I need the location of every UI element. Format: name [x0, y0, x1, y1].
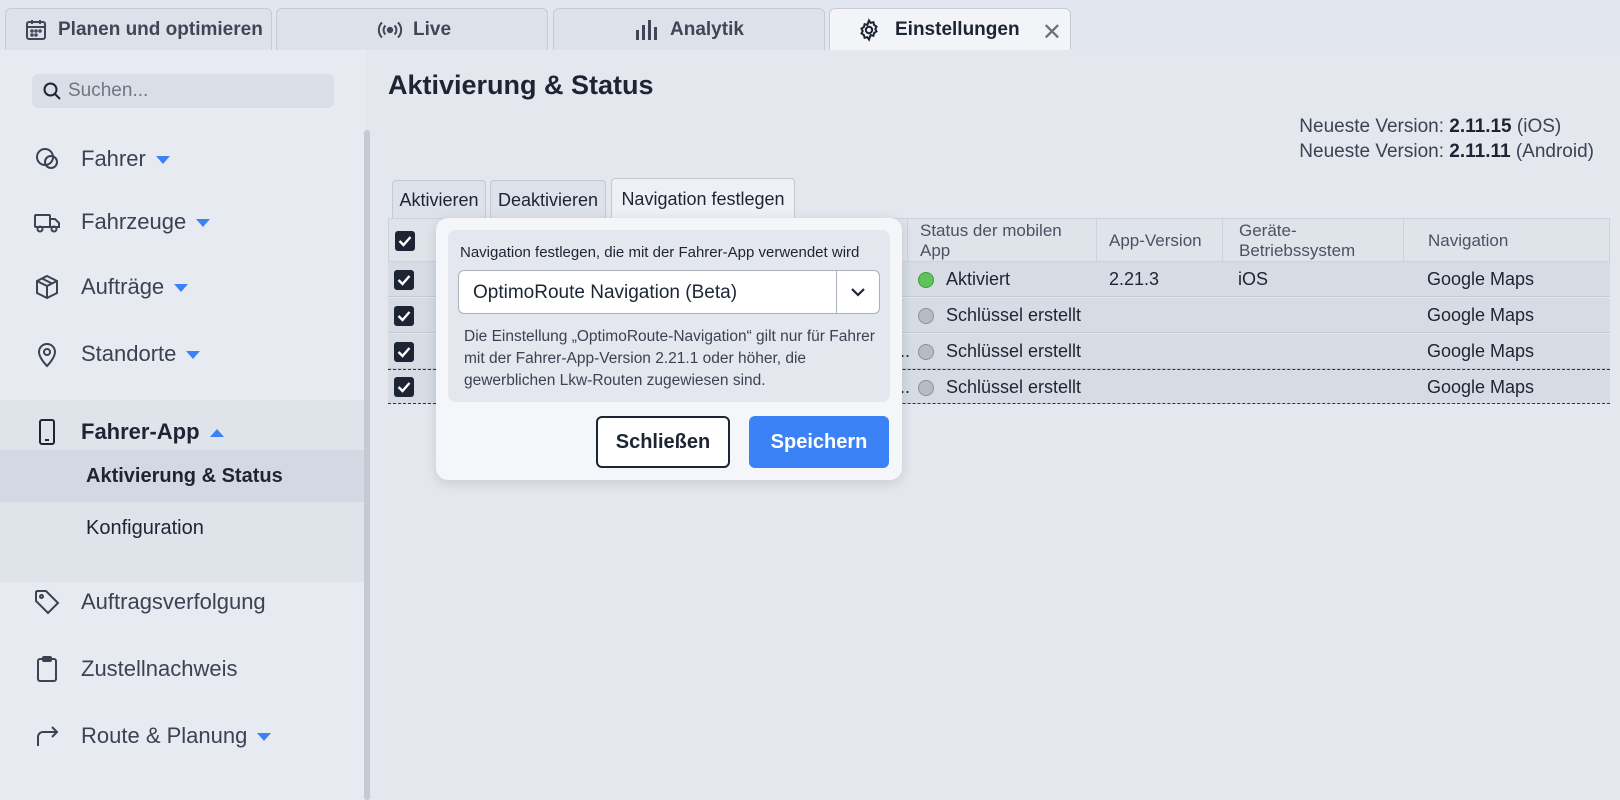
row-checkbox[interactable]	[394, 377, 414, 397]
sidebar-subitem-konfiguration[interactable]: Konfiguration	[0, 502, 364, 554]
sidebar-item-label: Standorte	[81, 341, 177, 366]
sidebar-item-auftraege[interactable]: Aufträge	[0, 271, 364, 303]
chevron-down-icon	[257, 733, 272, 742]
navigation-help-text: Die Einstellung „OptimoRoute-Navigation“…	[464, 328, 875, 389]
version-android: Neueste Version: 2.11.11 (Android)	[1299, 141, 1594, 162]
sidebar-group-fahrer-app: Fahrer-App Aktivierung & Status Konfigur…	[0, 400, 364, 582]
save-button[interactable]: Speichern	[749, 416, 889, 468]
sidebar-item-fahrer[interactable]: Fahrer	[0, 143, 364, 175]
chevron-down-icon	[186, 351, 201, 360]
tab-label: Live	[413, 18, 452, 40]
sidebar-item-auftragsverfolgung[interactable]: Auftragsverfolgung	[0, 586, 364, 618]
sidebar-item-label: Fahrzeuge	[81, 209, 187, 234]
cell-status: Aktiviert	[918, 262, 1010, 297]
tag-icon	[33, 588, 61, 616]
close-tab-icon[interactable]: ✕	[1042, 18, 1062, 47]
sidebar-subitem-label: Konfiguration	[86, 516, 204, 539]
column-header-navigation[interactable]: Navigation	[1403, 219, 1610, 263]
sidebar-item-route-planung[interactable]: Route & Planung	[0, 720, 364, 752]
tab-label: Analytik	[670, 18, 744, 40]
select-all-checkbox[interactable]	[395, 231, 415, 251]
navigation-popover: Navigation festlegen, die mit der Fahrer…	[436, 218, 902, 480]
cell-status: Schlüssel erstellt	[918, 334, 1081, 369]
select-divider	[836, 271, 837, 313]
search-box[interactable]	[32, 74, 334, 108]
gear-icon	[860, 17, 878, 42]
sidebar-item-label: Auftragsverfolgung	[81, 589, 266, 614]
tab-aktivieren[interactable]: Aktivieren	[392, 180, 486, 220]
navigation-select[interactable]: OptimoRoute Navigation (Beta)	[458, 270, 880, 314]
search-icon	[43, 82, 61, 100]
tab-navigation-festlegen[interactable]: Navigation festlegen	[611, 178, 795, 220]
row-checkbox[interactable]	[394, 342, 414, 362]
sidebar-item-label: Route & Planung	[81, 723, 248, 748]
chevron-down-icon	[174, 284, 189, 293]
tab-analytik[interactable]: Analytik	[553, 8, 825, 50]
phone-icon	[33, 418, 61, 446]
bar-chart-icon	[636, 19, 657, 40]
tab-label: Planen und optimieren	[58, 18, 263, 40]
truck-icon	[33, 208, 61, 236]
version-info: Neueste Version: 2.11.15 (iOS) Neueste V…	[1299, 114, 1594, 164]
cell-navigation: Google Maps	[1427, 377, 1535, 397]
tab-deaktivieren[interactable]: Deaktivieren	[490, 180, 606, 220]
broadcast-icon	[377, 21, 403, 38]
sidebar-item-fahrzeuge[interactable]: Fahrzeuge	[0, 206, 364, 238]
status-dot-gray	[918, 307, 934, 324]
status-dot-gray	[918, 379, 934, 396]
chevron-down-icon[interactable]	[849, 283, 867, 301]
popover-content: Navigation festlegen, die mit der Fahrer…	[448, 230, 890, 402]
tab-planen-und-optimieren[interactable]: Planen und optimieren	[5, 8, 272, 50]
sidebar-subitem-label: Aktivierung & Status	[86, 464, 283, 487]
cell-navigation: Google Maps	[1427, 269, 1535, 289]
tab-live[interactable]: Live	[276, 8, 548, 50]
navigation-select-value: OptimoRoute Navigation (Beta)	[473, 282, 738, 303]
chevron-up-icon	[209, 429, 224, 438]
column-header-app-version[interactable]: App-Version	[1096, 219, 1223, 263]
cell-status: Schlüssel erstellt	[918, 370, 1081, 405]
status-dot-gray	[918, 343, 934, 360]
chevron-down-icon	[155, 156, 170, 165]
sidebar-item-label: Zustellnachweis	[81, 656, 238, 681]
page-title: Aktivierung & Status	[388, 70, 654, 100]
sidebar-scrollbar[interactable]	[364, 130, 370, 800]
version-ios: Neueste Version: 2.11.15 (iOS)	[1299, 116, 1562, 137]
driver-icon	[33, 145, 61, 173]
clipboard-icon	[33, 655, 61, 683]
cell-app-version: 2.21.3	[1109, 269, 1160, 289]
tab-label: Einstellungen	[895, 18, 1020, 40]
chevron-down-icon	[196, 219, 211, 228]
column-header-status[interactable]: Status der mobilen App	[907, 219, 1095, 263]
row-checkbox[interactable]	[394, 270, 414, 290]
sidebar-item-label: Aufträge	[81, 274, 165, 299]
sidebar-subitem-aktivierung-status[interactable]: Aktivierung & Status	[0, 450, 364, 502]
top-tab-bar: Planen und optimieren Live Analytik Eins…	[0, 0, 1620, 50]
column-header-os[interactable]: Geräte-Betriebssystem	[1222, 219, 1404, 263]
sidebar-item-label: Fahrer	[81, 146, 146, 171]
search-input[interactable]	[68, 80, 318, 102]
close-button[interactable]: Schließen	[596, 416, 730, 468]
route-arrow-icon	[33, 722, 61, 750]
sidebar-item-label: Fahrer-App	[81, 419, 200, 444]
cell-navigation: Google Maps	[1427, 341, 1535, 361]
calendar-icon	[26, 19, 46, 40]
cell-navigation: Google Maps	[1427, 305, 1535, 325]
sidebar: Fahrer Fahrzeuge Aufträge Standorte Fahr…	[0, 50, 370, 800]
sidebar-item-zustellnachweis[interactable]: Zustellnachweis	[0, 653, 364, 685]
navigation-select-label: Navigation festlegen, die mit der Fahrer…	[460, 244, 860, 261]
row-checkbox[interactable]	[394, 306, 414, 326]
status-dot-green	[918, 271, 934, 288]
sidebar-item-standorte[interactable]: Standorte	[0, 338, 364, 370]
location-pin-icon	[33, 340, 61, 368]
cell-os: iOS	[1238, 269, 1269, 289]
cell-status: Schlüssel erstellt	[918, 298, 1081, 333]
tab-einstellungen[interactable]: Einstellungen ✕	[829, 8, 1071, 50]
box-icon	[33, 273, 61, 301]
